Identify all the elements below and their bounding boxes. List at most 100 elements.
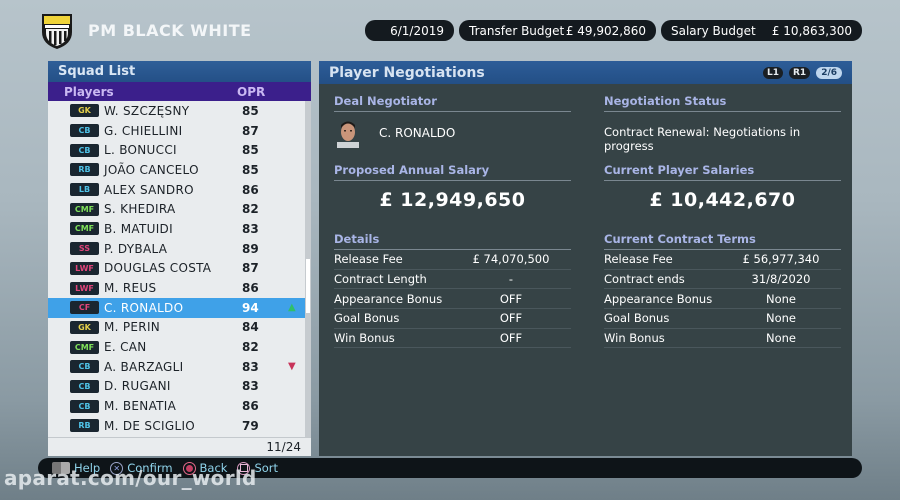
budget-bar: 6/1/2019 Transfer Budget £ 49,902,860 Sa… (365, 20, 862, 41)
negotiations-title-bar: Player Negotiations L1 R1 2/6 (319, 61, 852, 84)
squad-row[interactable]: LWF DOUGLAS COSTA 87 (48, 259, 311, 279)
team-name: PM BLACK WHITE (88, 20, 252, 40)
squad-row[interactable]: CF C. RONALDO 94 ▲ (48, 297, 311, 318)
date-pill: 6/1/2019 (365, 20, 454, 41)
player-name: L. BONUCCI (104, 143, 177, 158)
position-badge: CMF (70, 222, 99, 236)
transfer-budget-label: Transfer Budget (469, 23, 565, 38)
watermark: aparat.com/our_world (4, 466, 257, 490)
squad-row[interactable]: GK M. PERIN 84 (48, 318, 311, 338)
player-opr: 85 (242, 162, 259, 177)
player-name: A. BARZAGLI (104, 359, 184, 374)
squad-row[interactable]: CB D. RUGANI 83 (48, 377, 311, 397)
squad-row[interactable]: LWF M. REUS 86 (48, 278, 311, 298)
player-opr: 87 (242, 261, 259, 276)
squad-page-count: 11/24 (48, 437, 311, 456)
squad-row[interactable]: CMF S. KHEDIRA 82 (48, 199, 311, 219)
detail-row: Goal Bonus None (604, 309, 841, 329)
detail-row[interactable]: Win Bonus OFF (334, 329, 571, 349)
salary-budget-label: Salary Budget (671, 23, 756, 38)
squad-list-header: Players OPR (48, 82, 311, 101)
sort-label: Sort (254, 461, 279, 475)
form-up-icon: ▲ (288, 302, 296, 314)
player-opr: 83 (242, 379, 259, 394)
negotiation-status-section: Negotiation Status Contract Renewal: Neg… (604, 94, 841, 153)
player-name: P. DYBALA (104, 241, 168, 256)
squad-row[interactable]: CMF E. CAN 82 (48, 337, 311, 357)
player-name: ALEX SANDRO (104, 182, 194, 197)
squad-row[interactable]: LB ALEX SANDRO 86 (48, 180, 311, 200)
position-badge: LWF (70, 261, 99, 275)
detail-value: None (765, 331, 796, 346)
player-name: C. RONALDO (104, 300, 184, 315)
position-badge: CF (70, 301, 99, 315)
position-badge: CB (70, 143, 99, 157)
player-name: M. DE SCIGLIO (104, 418, 196, 433)
player-opr: 84 (242, 320, 259, 335)
player-opr: 85 (242, 143, 259, 158)
detail-row[interactable]: Goal Bonus OFF (334, 309, 571, 329)
player-name: S. KHEDIRA (104, 202, 176, 217)
detail-row[interactable]: Release Fee £ 74,070,500 (334, 250, 571, 270)
squad-row[interactable]: CB L. BONUCCI 85 (48, 140, 311, 160)
detail-key: Goal Bonus (604, 311, 670, 326)
player-negotiations-panel: Player Negotiations L1 R1 2/6 Deal Negot… (319, 61, 852, 456)
squad-scrollbar[interactable] (305, 101, 311, 437)
detail-value: None (765, 311, 796, 326)
player-opr: 82 (242, 202, 259, 217)
position-badge: LB (70, 183, 99, 197)
player-name: W. SZCZĘSNY (104, 103, 190, 118)
squad-row[interactable]: CMF B. MATUIDI 83 (48, 219, 311, 239)
squad-row[interactable]: SS P. DYBALA 89 (48, 239, 311, 259)
player-name: D. RUGANI (104, 379, 171, 394)
squad-row[interactable]: CB M. BENATIA 86 (48, 396, 311, 416)
position-badge: CMF (70, 340, 99, 354)
player-opr: 94 (242, 300, 259, 315)
player-opr: 83 (242, 221, 259, 236)
column-header-opr[interactable]: OPR (237, 85, 311, 99)
negotiation-status-label: Negotiation Status (604, 94, 841, 112)
squad-row[interactable]: CB A. BARZAGLI 83 ▼ (48, 357, 311, 377)
transfer-budget-pill: Transfer Budget £ 49,902,860 (459, 20, 656, 41)
position-badge: GK (70, 104, 99, 118)
squad-row[interactable]: RB JOÃO CANCELO 85 (48, 160, 311, 180)
detail-row[interactable]: Appearance Bonus OFF (334, 289, 571, 310)
squad-row[interactable]: GK W. SZCZĘSNY 85 (48, 101, 311, 121)
position-badge: CB (70, 399, 99, 413)
player-name: DOUGLAS COSTA (104, 261, 212, 276)
details-section: Details Release Fee £ 74,070,500 Contract … (334, 232, 571, 349)
detail-row[interactable]: Contract Length - (334, 270, 571, 290)
team-crest-icon (42, 14, 72, 49)
player-opr: 89 (242, 241, 259, 256)
player-opr: 86 (242, 281, 259, 296)
deal-negotiator-label: Deal Negotiator (334, 94, 571, 112)
current-date: 6/1/2019 (390, 23, 444, 38)
proposed-salary-value[interactable]: £ 12,949,650 (334, 189, 571, 211)
proposed-salary-label: Proposed Annual Salary (334, 163, 571, 181)
squad-row[interactable]: RB M. DE SCIGLIO 79 (48, 416, 311, 436)
current-salaries-label: Current Player Salaries (604, 163, 841, 181)
negotiations-title: Player Negotiations (329, 64, 485, 81)
l1-button[interactable]: L1 (762, 66, 783, 79)
team-header: PM BLACK WHITE (40, 10, 252, 50)
detail-key: Win Bonus (604, 331, 665, 346)
position-badge: RB (70, 419, 99, 433)
detail-key: Contract Length (334, 272, 427, 287)
scrollbar-thumb[interactable] (306, 259, 310, 313)
squad-list-title: Squad List (48, 61, 311, 82)
player-name: G. CHIELLINI (104, 123, 183, 138)
r1-button[interactable]: R1 (788, 66, 811, 79)
negotiation-status-text: Contract Renewal: Negotiations in progre… (604, 125, 801, 153)
squad-row[interactable]: CB G. CHIELLINI 87 (48, 121, 311, 141)
player-opr: 79 (242, 418, 259, 433)
column-header-players[interactable]: Players (48, 85, 237, 99)
detail-value: OFF (499, 331, 523, 346)
position-badge: CB (70, 124, 99, 138)
squad-rows: GK W. SZCZĘSNY 85 CB G. CHIELLINI 87 CB L. BONU… (48, 101, 311, 437)
detail-key: Win Bonus (334, 331, 395, 346)
form-down-icon: ▼ (288, 361, 296, 373)
position-badge: LWF (70, 281, 99, 295)
detail-value: OFF (499, 311, 523, 326)
detail-row: Release Fee £ 56,977,340 (604, 250, 841, 270)
current-contract-terms-label: Current Contract Terms (604, 232, 841, 250)
